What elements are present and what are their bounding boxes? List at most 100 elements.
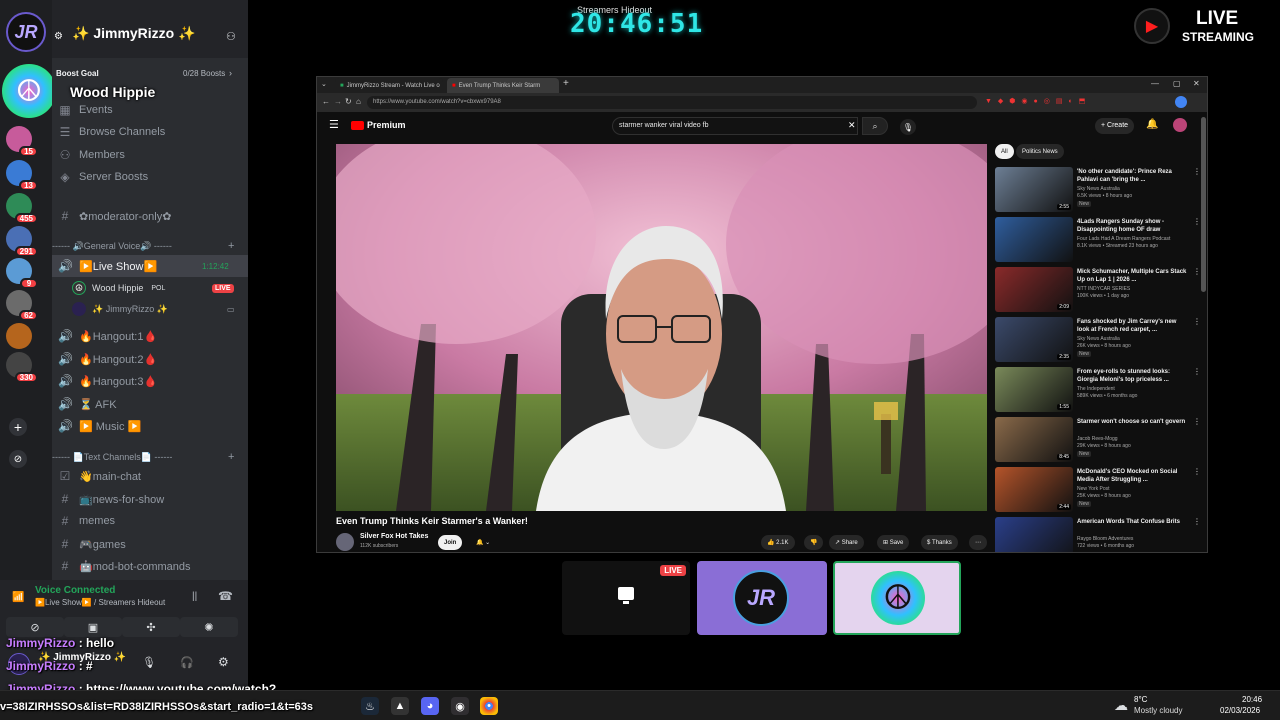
- tab-list-chevron-icon[interactable]: ⌄: [321, 80, 327, 88]
- recommendation-item[interactable]: 2:35 Fans shocked by Jim Carrey's new loo…: [995, 317, 1203, 365]
- menu-server-boosts[interactable]: ◈ Server Boosts: [52, 166, 248, 188]
- weather-temp[interactable]: 8°C: [1134, 695, 1147, 704]
- tab-jimmyrizzo-stream[interactable]: ■ JimmyRizzo Stream - Watch Live o: [335, 78, 443, 93]
- video-thumbnail[interactable]: 2:55: [995, 167, 1073, 212]
- voice-user-jimmyrizzo[interactable]: ✨ JimmyRizzo ✨ ▭: [52, 298, 248, 320]
- server-header[interactable]: ⚙ ✨ JimmyRizzo ✨ ⚇: [52, 0, 248, 58]
- video-thumbnail[interactable]: 2:44: [995, 467, 1073, 512]
- recommendation-item[interactable]: 1:55 From eye-rolls to stunned looks: Gio…: [995, 367, 1203, 415]
- create-button[interactable]: + Create: [1095, 118, 1135, 134]
- weather-icon[interactable]: ☁: [1114, 697, 1128, 714]
- channel-music[interactable]: 🔊 ▶️ Music ▶️: [52, 415, 248, 437]
- hamburger-menu-icon[interactable]: ☰: [329, 118, 339, 131]
- chrome-icon[interactable]: •: [480, 697, 498, 715]
- system-time[interactable]: 20:46: [1242, 695, 1262, 704]
- home-icon[interactable]: ⌂: [356, 97, 361, 106]
- home-logo[interactable]: JR: [6, 12, 46, 52]
- maximize-icon[interactable]: ▢: [1173, 79, 1181, 88]
- channel-live-show[interactable]: 🔊 ▶️Live Show▶️ 1:12:42: [52, 255, 248, 277]
- dislike-button[interactable]: 👎: [804, 535, 824, 550]
- video-player[interactable]: [336, 144, 987, 511]
- more-options-icon[interactable]: ⋮: [1193, 517, 1201, 526]
- video-thumbnail[interactable]: 2:35: [995, 317, 1073, 362]
- stream-tile-wood-hippie[interactable]: ☮: [833, 561, 961, 635]
- server-icon[interactable]: [6, 323, 32, 349]
- join-button[interactable]: Join: [438, 535, 463, 550]
- add-server-icon[interactable]: +: [9, 418, 27, 436]
- headphones-icon[interactable]: 🎧: [180, 656, 194, 669]
- video-thumbnail[interactable]: [995, 217, 1073, 262]
- video-thumbnail[interactable]: 8:45: [995, 417, 1073, 462]
- server-icon[interactable]: 291: [6, 226, 38, 257]
- server-icon[interactable]: 13: [6, 160, 38, 191]
- recommendation-item[interactable]: 2:55 'No other candidate': Prince Reza Pa…: [995, 167, 1203, 215]
- search-input[interactable]: starmer wanker viral video fb: [612, 117, 858, 135]
- share-button[interactable]: ↗ Share: [829, 535, 864, 550]
- server-icon[interactable]: 62: [6, 290, 38, 321]
- server-icon[interactable]: 330: [6, 352, 38, 383]
- add-member-icon[interactable]: ⚇: [226, 30, 236, 43]
- channel-hangout-2[interactable]: 🔊 🔥Hangout:2🩸: [52, 348, 248, 370]
- channel-memes[interactable]: # memes: [52, 510, 248, 532]
- search-icon[interactable]: ⌕: [862, 117, 888, 135]
- stream-tile-screen[interactable]: LIVE: [562, 561, 690, 635]
- more-options-icon[interactable]: ⋮: [1193, 267, 1201, 276]
- notification-bell-button[interactable]: 🔔 ⌄: [470, 535, 496, 550]
- more-options-icon[interactable]: ⋮: [1193, 467, 1201, 476]
- recommendation-item[interactable]: American Words That Confuse Brits Raygo B…: [995, 517, 1203, 552]
- obs-icon[interactable]: ◉: [451, 697, 469, 715]
- text-category[interactable]: ------ 📄Text Channels📄 ------ +: [52, 449, 248, 465]
- user-settings-gear-icon[interactable]: ⚙: [218, 655, 229, 669]
- close-icon[interactable]: ✕: [1193, 79, 1200, 88]
- video-thumbnail[interactable]: 1:55: [995, 367, 1073, 412]
- voice-user-wood-hippie[interactable]: ☮ Wood Hippie POL LIVE: [52, 277, 248, 299]
- save-button[interactable]: ⊞ Save: [877, 535, 910, 550]
- profile-avatar-icon[interactable]: [1175, 96, 1187, 108]
- settings-gear-icon[interactable]: ⚙: [54, 31, 63, 42]
- video-thumbnail[interactable]: 2:09: [995, 267, 1073, 312]
- more-options-icon[interactable]: ⋮: [1193, 317, 1201, 326]
- server-icon[interactable]: 9: [6, 258, 38, 289]
- server-icon[interactable]: 15: [6, 126, 38, 157]
- steam-icon[interactable]: ♨: [361, 697, 379, 715]
- more-options-icon[interactable]: ⋮: [1193, 167, 1201, 176]
- scrollbar[interactable]: [1201, 117, 1206, 292]
- system-date[interactable]: 02/03/2026: [1220, 706, 1260, 715]
- explore-icon[interactable]: ⊘: [9, 450, 27, 468]
- menu-browse-channels[interactable]: ☰ Browse Channels: [52, 121, 248, 143]
- more-options-icon[interactable]: ⋮: [1193, 417, 1201, 426]
- minimize-icon[interactable]: —: [1151, 79, 1159, 88]
- channel-mod-bot-commands[interactable]: # 🤖mod-bot-commands: [52, 555, 248, 577]
- channel-name[interactable]: Silver Fox Hot Takes: [360, 533, 428, 540]
- back-icon[interactable]: ←: [322, 97, 330, 106]
- account-avatar[interactable]: [1173, 118, 1187, 132]
- discord-icon[interactable]: ◕: [421, 697, 439, 715]
- server-icon[interactable]: 455: [6, 193, 38, 224]
- channel-avatar[interactable]: [336, 533, 354, 551]
- clear-search-icon[interactable]: ✕: [848, 120, 856, 131]
- url-field[interactable]: https://www.youtube.com/watch?v=cbxwx979…: [367, 96, 977, 109]
- channel-games[interactable]: # 🎮games: [52, 533, 248, 555]
- notifications-bell-icon[interactable]: 🔔: [1146, 119, 1158, 130]
- voice-category[interactable]: ------ 🔊General Voice🔊 ------ +: [52, 238, 248, 254]
- voice-connected-sub[interactable]: ▶️Live Show▶️ / Streamers Hideout: [35, 598, 165, 607]
- menu-events[interactable]: ▦ Events: [52, 99, 248, 121]
- forward-icon[interactable]: →: [334, 97, 342, 106]
- menu-members[interactable]: ⚇ Members: [52, 144, 248, 166]
- soundboard-button[interactable]: ✺: [180, 617, 238, 637]
- boost-goal[interactable]: Boost Goal 0/28 Boosts ›: [52, 64, 248, 84]
- video-thumbnail[interactable]: [995, 517, 1073, 552]
- tab-youtube-video[interactable]: ■ Even Trump Thinks Keir Starm: [447, 78, 559, 93]
- add-channel-icon[interactable]: +: [228, 451, 234, 463]
- more-options-icon[interactable]: ⋮: [1193, 217, 1201, 226]
- noise-suppression-icon[interactable]: ||: [192, 591, 197, 602]
- channel-hangout-3[interactable]: 🔊 🔥Hangout:3🩸: [52, 370, 248, 392]
- server-avatar-peace[interactable]: ☮: [2, 64, 56, 118]
- chip-all[interactable]: All: [995, 144, 1014, 159]
- add-channel-icon[interactable]: +: [228, 240, 234, 252]
- recommendation-item[interactable]: 8:45 Starmer won't choose so can't govern…: [995, 417, 1203, 465]
- microphone-icon[interactable]: 🎙: [142, 656, 156, 669]
- chip-politics-news[interactable]: Politics News: [1016, 144, 1064, 159]
- more-options-icon[interactable]: ⋮: [1193, 367, 1201, 376]
- new-tab-icon[interactable]: +: [563, 78, 569, 89]
